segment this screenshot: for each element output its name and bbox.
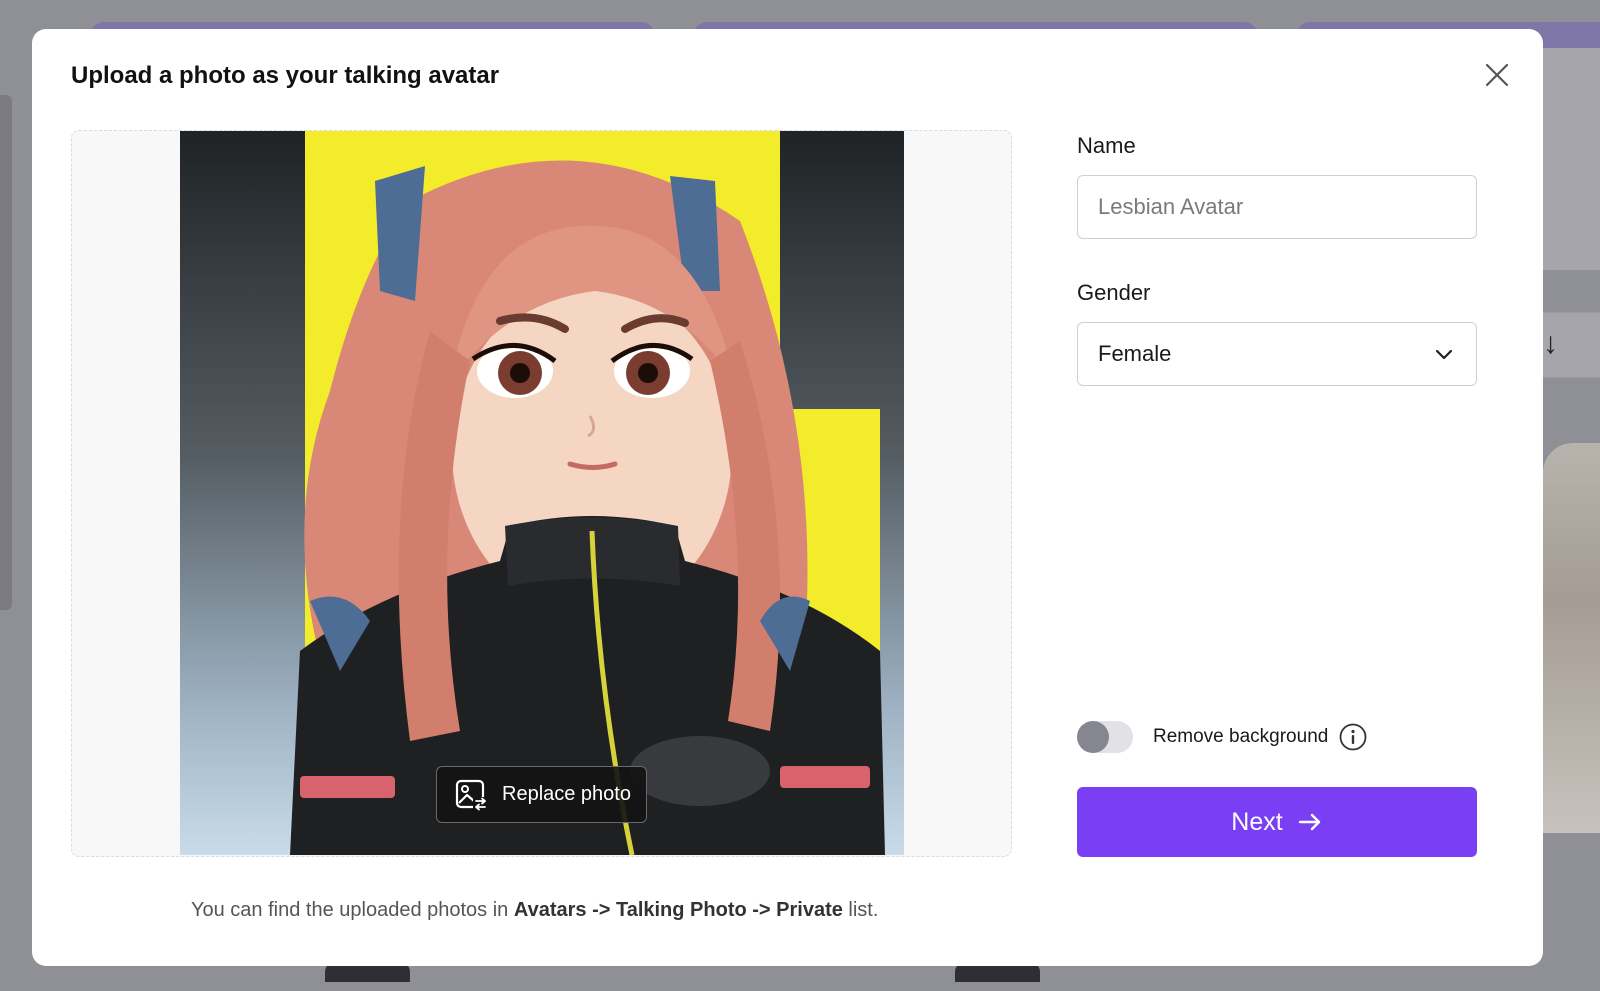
- chevron-down-icon: [1435, 349, 1453, 360]
- bg-right-photo: [1543, 443, 1600, 833]
- close-icon: [1485, 63, 1509, 87]
- name-label: Name: [1077, 133, 1136, 158]
- close-button[interactable]: [1481, 59, 1513, 91]
- photo-drop-zone[interactable]: Replace photo: [71, 130, 1012, 857]
- gender-select[interactable]: Female: [1077, 322, 1477, 386]
- next-button[interactable]: Next: [1077, 787, 1477, 857]
- toggle-knob: [1077, 721, 1109, 753]
- note-suffix: list.: [842, 899, 879, 921]
- name-input[interactable]: [1077, 175, 1477, 239]
- replace-photo-label: Replace photo: [502, 783, 631, 805]
- bg-left-scroll: [0, 95, 12, 610]
- image-replace-icon: [455, 779, 488, 811]
- bg-right-panel: [1543, 48, 1600, 270]
- info-button[interactable]: [1339, 723, 1367, 751]
- gender-value: Female: [1098, 341, 1172, 366]
- bg-right-button: ↓: [1543, 312, 1600, 378]
- arrow-right-icon: [1298, 813, 1320, 831]
- upload-avatar-modal: Upload a photo as your talking avatar Re…: [32, 29, 1543, 966]
- gender-label: Gender: [1077, 280, 1151, 305]
- remove-background-label: Remove background: [1153, 726, 1329, 747]
- replace-photo-button[interactable]: Replace photo: [436, 766, 647, 823]
- note-path: Avatars -> Talking Photo -> Private: [513, 899, 843, 921]
- next-label: Next: [1231, 807, 1283, 836]
- arrow-down-icon: ↓: [1543, 327, 1558, 360]
- remove-background-toggle[interactable]: [1077, 721, 1133, 753]
- info-icon: [1339, 723, 1367, 751]
- modal-title: Upload a photo as your talking avatar: [71, 62, 500, 89]
- note-prefix: You can find the uploaded photos in: [191, 899, 514, 921]
- upload-location-note: You can find the uploaded photos in Avat…: [191, 899, 878, 922]
- avatar-photo: [180, 131, 904, 855]
